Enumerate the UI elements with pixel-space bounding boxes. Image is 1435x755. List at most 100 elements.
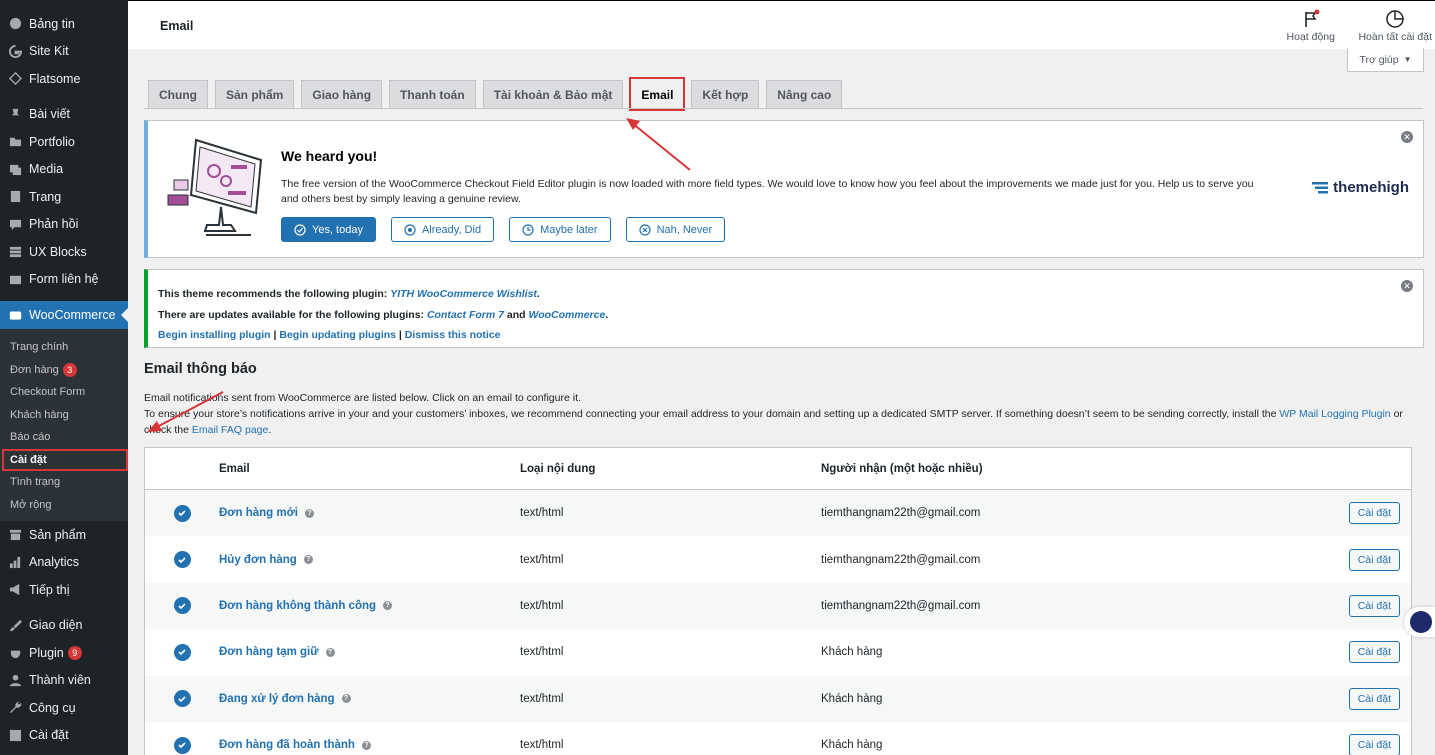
yes-today-button[interactable]: Yes, today [281, 217, 376, 242]
tab-thanh-toán[interactable]: Thanh toán [389, 80, 476, 108]
help-label: Trợ giúp [1359, 53, 1399, 66]
chat-widget-button[interactable] [1404, 607, 1435, 637]
enabled-check-icon [173, 643, 191, 661]
already-did-button[interactable]: Already, Did [390, 217, 495, 242]
table-row[interactable]: Hủy đơn hàng? text/html tiemthangnam22th@g… [145, 536, 1411, 582]
configure-button[interactable]: Cài đặt [1348, 734, 1400, 755]
email-name-link[interactable]: Đơn hàng tạm giữ? [219, 646, 520, 658]
table-row[interactable]: Đơn hàng mới? text/html tiemthangnam22th@g… [145, 490, 1411, 537]
activity-button[interactable]: Hoạt động [1287, 9, 1335, 43]
help-button[interactable]: Trợ giúp ▼ [1347, 48, 1424, 72]
sidebar-item-site-kit[interactable]: Site Kit [0, 38, 128, 66]
content-type-cell: text/html [520, 553, 564, 566]
submenu-item-tình-trạng[interactable]: Tình trạng [0, 471, 128, 494]
settings-tabs: Chung Sản phẩm Giao hàng Thanh toán Tài khoả… [148, 77, 843, 111]
tab-kết-hợp[interactable]: Kết hợp [691, 80, 760, 108]
sidebar-item-label: Trang [29, 189, 62, 204]
email-name-link[interactable]: Đang xử lý đơn hàng? [219, 693, 520, 705]
submenu-item-cài-đặt[interactable]: Cài đặt [2, 448, 128, 471]
configure-button[interactable]: Cài đặt [1348, 641, 1400, 664]
sidebar-item-phản-hồi[interactable]: Phản hồi [0, 211, 128, 239]
blocks-icon [8, 245, 22, 259]
sidebar-item-label: UX Blocks [29, 244, 87, 259]
help-tip-icon: ? [361, 740, 371, 750]
help-tip-icon: ? [303, 555, 313, 565]
tab-sản-phẩm[interactable]: Sản phẩm [215, 80, 295, 108]
tab-nâng-cao[interactable]: Nâng cao [766, 80, 843, 108]
recipient-cell: Khách hàng [821, 739, 883, 752]
email-name-link[interactable]: Hủy đơn hàng? [219, 554, 520, 566]
sidebar-item-thành-viên[interactable]: Thành viên [0, 667, 128, 695]
tab-email[interactable]: Email [629, 77, 686, 111]
submenu-item-label: Trang chính [10, 341, 69, 354]
submenu-item-trang-chính[interactable]: Trang chính [0, 336, 128, 359]
begin-updating-link[interactable]: Begin updating plugins [279, 329, 396, 341]
email-name-link[interactable]: Đơn hàng đã hoàn thành? [219, 739, 520, 751]
submenu-item-khách-hàng[interactable]: Khách hàng [0, 404, 128, 427]
sidebar-item-label: Bảng tin [29, 16, 75, 31]
sidebar-item-giao-diện[interactable]: Giao diện [0, 612, 128, 640]
table-row[interactable]: Đang xử lý đơn hàng? text/html Khách hàng C… [145, 675, 1411, 722]
contact-form-7-link[interactable]: Contact Form 7 [427, 309, 504, 321]
woocommerce-submenu: Trang chính Đơn hàng 3 Checkout Form Khách h… [0, 329, 128, 521]
woocommerce-link[interactable]: WooCommerce [529, 309, 606, 321]
sidebar-item-label: Công cụ [29, 700, 76, 715]
themehigh-logo-icon [1312, 181, 1329, 193]
sidebar-item-bài-viết[interactable]: Bài viết [0, 101, 128, 129]
sidebar-item-cài-đặt[interactable]: Cài đặt [0, 722, 128, 750]
table-row[interactable]: Đơn hàng tạm giữ? text/html Khách hàng Cài … [145, 629, 1411, 675]
tab-chung[interactable]: Chung [148, 80, 208, 108]
sidebar-item-analytics[interactable]: Analytics [0, 549, 128, 577]
page-title: Email [160, 19, 194, 33]
configure-button[interactable]: Cài đặt [1348, 502, 1400, 525]
sidebar-item-portfolio[interactable]: Portfolio [0, 128, 128, 156]
begin-installing-link[interactable]: Begin installing plugin [158, 329, 271, 341]
notice-text: The free version of the WooCommerce Chec… [281, 178, 1254, 205]
sidebar-item-ux-blocks[interactable]: UX Blocks [0, 238, 128, 266]
plugin-icon [8, 646, 22, 660]
notice-line-recommend: This theme recommends the following plug… [158, 288, 540, 300]
table-header: Email Loại nội dung Người nhận (một hoặc… [145, 448, 1411, 490]
wp-mail-logging-link[interactable]: WP Mail Logging Plugin [1279, 408, 1390, 420]
table-row[interactable]: Đơn hàng đã hoàn thành? text/html Khách hà… [145, 722, 1411, 755]
dismiss-notice-icon[interactable]: ✕ [1401, 280, 1413, 292]
sidebar-item-plugin[interactable]: Plugin 9 [0, 639, 128, 667]
sidebar-item-bảng-tin[interactable]: Bảng tin [0, 10, 128, 38]
tab-tài-khoản-bảo-mật[interactable]: Tài khoản & Bảo mật [482, 80, 624, 108]
dismiss-notice-link[interactable]: Dismiss this notice [405, 329, 501, 341]
configure-button[interactable]: Cài đặt [1348, 548, 1400, 571]
comment-icon [8, 217, 22, 231]
sidebar-item-flatsome[interactable]: Flatsome [0, 65, 128, 93]
sidebar-item-trang[interactable]: Trang [0, 183, 128, 211]
sidebar-item-media[interactable]: Media [0, 156, 128, 184]
email-name-link[interactable]: Đơn hàng mới? [219, 507, 520, 519]
dismiss-notice-icon[interactable]: ✕ [1401, 131, 1413, 143]
sidebar-item-form-liên-hệ[interactable]: Form liên hệ [0, 266, 128, 294]
submenu-item-checkout-form[interactable]: Checkout Form [0, 381, 128, 404]
email-name-link[interactable]: Đơn hàng không thành công? [219, 600, 520, 612]
email-table: Email Loại nội dung Người nhận (một hoặc… [144, 447, 1412, 755]
tab-giao-hàng[interactable]: Giao hàng [301, 80, 383, 108]
sidebar-item-sản-phẩm[interactable]: Sản phẩm [0, 521, 128, 549]
sidebar-item-tiếp-thị[interactable]: Tiếp thị [0, 576, 128, 604]
email-faq-link[interactable]: Email FAQ page [192, 424, 268, 436]
table-row[interactable]: Đơn hàng không thành công? text/html tiemt… [145, 582, 1411, 630]
submenu-item-báo-cáo[interactable]: Báo cáo [0, 426, 128, 449]
submenu-item-mở-rộng[interactable]: Mở rộng [0, 494, 128, 517]
nah-never-button[interactable]: Nah, Never [625, 217, 726, 242]
maybe-later-button[interactable]: Maybe later [509, 217, 611, 242]
sidebar-item-label: Tiếp thị [29, 582, 70, 597]
yith-wishlist-link[interactable]: YITH WooCommerce Wishlist [390, 288, 537, 300]
activity-label: Hoạt động [1286, 31, 1335, 43]
sidebar-item-woocommerce[interactable]: WooCommerce [0, 301, 128, 329]
configure-button[interactable]: Cài đặt [1348, 594, 1400, 617]
finish-setup-button[interactable]: Hoàn tất cài đặt [1358, 9, 1432, 43]
folder-icon [8, 135, 22, 149]
caret-down-icon: ▼ [1403, 55, 1412, 64]
sidebar-item-công-cụ[interactable]: Công cụ [0, 694, 128, 722]
google-g-icon [8, 44, 22, 58]
notice-actions: Begin installing plugin | Begin updating… [158, 329, 501, 341]
configure-button[interactable]: Cài đặt [1348, 687, 1400, 710]
submenu-item-đơn-hàng[interactable]: Đơn hàng 3 [0, 359, 128, 382]
archive-icon [8, 528, 22, 542]
